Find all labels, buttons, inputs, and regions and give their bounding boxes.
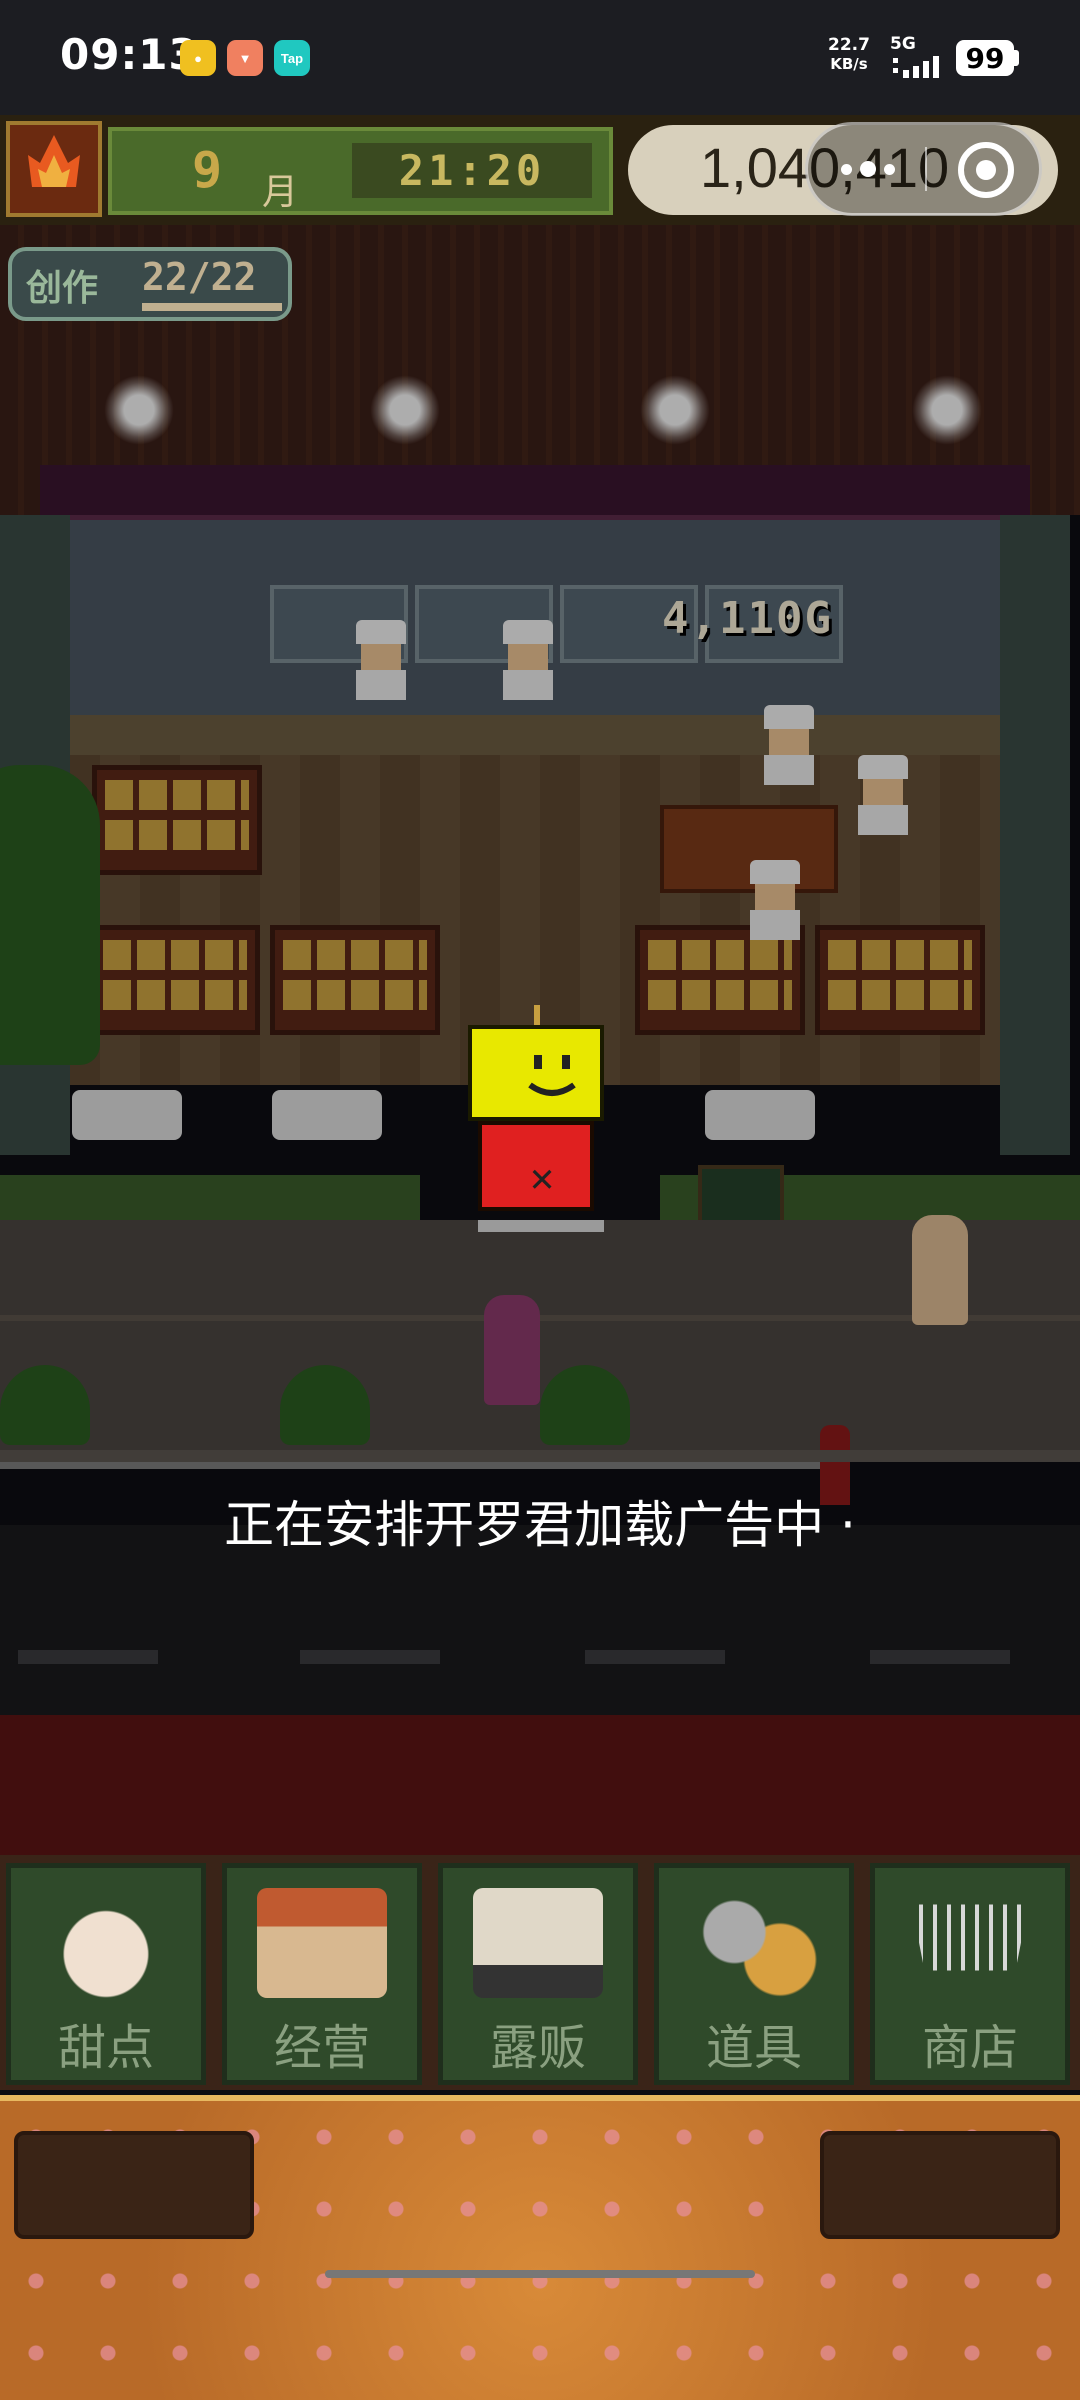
robot-antenna bbox=[534, 1005, 540, 1027]
fire-icon[interactable] bbox=[6, 121, 102, 217]
top-hud: 9 月 21:20 1,040,410 bbox=[0, 115, 1080, 225]
smiley-face-icon bbox=[528, 1055, 576, 1096]
robot-head bbox=[468, 1025, 604, 1121]
status-bar: 09:13 ● ▼ Tap 22.7 KB/s 5G 99 bbox=[0, 0, 1080, 115]
month-label: 月 bbox=[262, 172, 299, 213]
battery-tip bbox=[1014, 50, 1019, 66]
network-speed-unit: KB/s bbox=[830, 55, 868, 73]
nav-item-stall[interactable]: 露贩 bbox=[438, 1863, 638, 2085]
capsule-divider bbox=[925, 147, 927, 191]
nav-label: 经营 bbox=[273, 2020, 370, 2076]
nav-item-desserts[interactable]: 甜点 bbox=[6, 1863, 206, 2085]
nav-item-items[interactable]: 道具 bbox=[654, 1863, 854, 2085]
flame-icon bbox=[28, 135, 80, 187]
more-options-icon[interactable] bbox=[828, 141, 908, 197]
network-speed-value: 22.7 bbox=[828, 35, 870, 55]
status-time: 09:13 bbox=[60, 30, 199, 79]
loading-text: 正在安排开罗君加载广告中 · bbox=[224, 1496, 856, 1554]
create-progress-bar bbox=[142, 303, 282, 311]
battery-indicator: 99 bbox=[956, 40, 1014, 76]
dim-overlay bbox=[0, 115, 1080, 1855]
shopping-cart-icon bbox=[911, 1904, 1029, 1971]
signal-icon bbox=[893, 56, 939, 78]
robot-chest-icon: ✕ bbox=[530, 1155, 555, 1201]
create-label: 创作 bbox=[26, 268, 99, 309]
game-canvas[interactable]: 4,110G ✕ 正在安排开罗君加载广告中 · 9 月 21:20 1,040,… bbox=[0, 115, 1080, 2400]
gear-bag-icon bbox=[689, 1888, 819, 1998]
nav-item-store[interactable]: 商店 bbox=[870, 1863, 1070, 2085]
month-value: 9 bbox=[192, 141, 223, 199]
app-icon-2: ▼ bbox=[227, 40, 263, 76]
robot-base bbox=[478, 1220, 604, 1232]
bottom-nav: 甜点 经营 露贩 道具 商店 bbox=[0, 1855, 1080, 2090]
game-time: 21:20 bbox=[352, 143, 592, 198]
nav-label: 露贩 bbox=[489, 2020, 586, 2076]
tap-icon-label: Tap bbox=[280, 50, 304, 66]
home-indicator[interactable] bbox=[325, 2270, 755, 2278]
nav-label: 甜点 bbox=[57, 2020, 154, 2076]
create-count: 22/22 bbox=[142, 255, 257, 299]
right-slot-button[interactable] bbox=[820, 2131, 1060, 2239]
date-time-panel: 9 月 21:20 bbox=[108, 127, 613, 215]
bottom-panel bbox=[0, 2095, 1080, 2400]
shop-building-icon bbox=[257, 1888, 387, 1998]
network-speed: 22.7 KB/s bbox=[828, 36, 870, 74]
left-slot-button[interactable] bbox=[14, 2131, 254, 2239]
nav-label: 道具 bbox=[705, 2020, 802, 2076]
exit-mini-program-icon[interactable] bbox=[958, 142, 1014, 198]
robot-body: ✕ bbox=[478, 1121, 594, 1211]
nav-label: 商店 bbox=[921, 2020, 1018, 2076]
food-truck-icon bbox=[473, 1888, 603, 1998]
app-icon-1: ● bbox=[180, 40, 216, 76]
mini-program-capsule bbox=[805, 122, 1042, 216]
create-counter-badge[interactable]: 创作 22/22 bbox=[8, 247, 292, 321]
nav-item-management[interactable]: 经营 bbox=[222, 1863, 422, 2085]
tap-icon: Tap bbox=[274, 40, 310, 76]
cake-icon bbox=[41, 1888, 171, 1998]
network-type: 5G bbox=[890, 34, 916, 54]
